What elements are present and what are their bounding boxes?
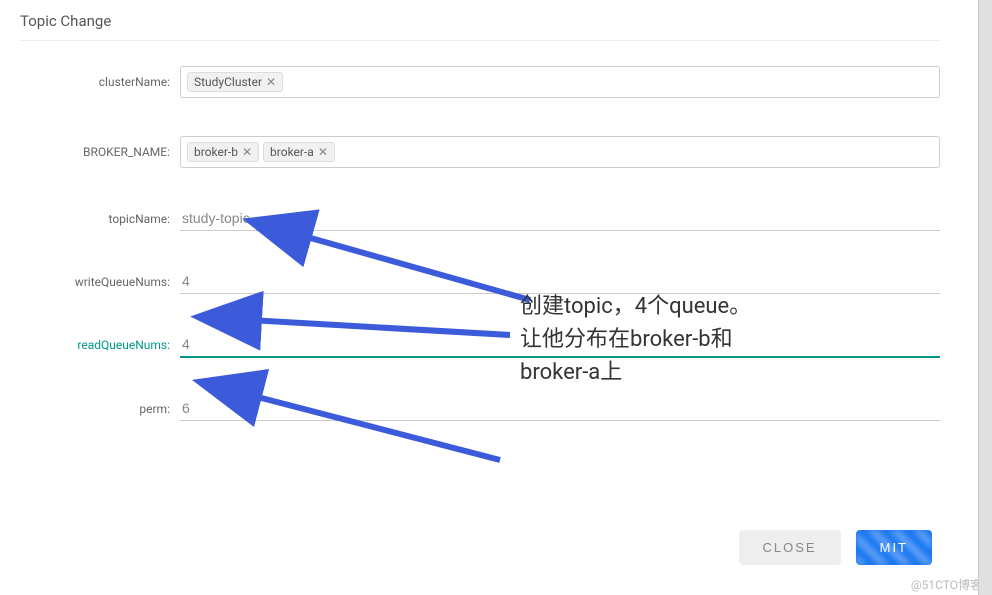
perm-input[interactable] <box>180 396 940 421</box>
row-topic-name: topicName: <box>20 206 940 231</box>
label-topic-name: topicName: <box>50 212 180 226</box>
dialog-title: Topic Change <box>20 12 940 41</box>
blur-overlay <box>856 530 932 565</box>
tag-broker-b[interactable]: broker-b ✕ <box>187 142 259 162</box>
label-perm: perm: <box>50 402 180 416</box>
close-button[interactable]: CLOSE <box>739 530 841 565</box>
annotation-line-2: 让他分布在broker-b和 <box>520 323 751 356</box>
tag-label: StudyCluster <box>194 75 262 89</box>
topic-change-dialog: Topic Change clusterName: StudyCluster ✕… <box>0 0 960 421</box>
label-read-queue: readQueueNums: <box>50 338 180 352</box>
label-write-queue: writeQueueNums: <box>50 275 180 289</box>
label-broker-name: BROKER_NAME: <box>50 145 180 159</box>
tag-broker-a[interactable]: broker-a ✕ <box>263 142 335 162</box>
row-perm: perm: <box>20 396 940 421</box>
close-icon[interactable]: ✕ <box>318 145 328 159</box>
broker-name-input[interactable]: broker-b ✕ broker-a ✕ <box>180 136 940 168</box>
dialog-footer: CLOSE MIT <box>709 520 962 575</box>
row-broker-name: BROKER_NAME: broker-b ✕ broker-a ✕ <box>20 136 940 168</box>
label-cluster-name: clusterName: <box>50 75 180 89</box>
topic-name-input[interactable] <box>180 206 940 231</box>
tag-label: broker-a <box>270 145 314 159</box>
row-cluster-name: clusterName: StudyCluster ✕ <box>20 66 940 98</box>
tag-study-cluster[interactable]: StudyCluster ✕ <box>187 72 283 92</box>
scrollbar[interactable] <box>978 0 992 595</box>
annotation-line-1: 创建topic，4个queue。 <box>520 290 751 323</box>
commit-button[interactable]: MIT <box>856 530 932 565</box>
close-icon[interactable]: ✕ <box>266 75 276 89</box>
tag-label: broker-b <box>194 145 238 159</box>
row-read-queue: readQueueNums: <box>20 332 940 358</box>
watermark: @51CTO博客 <box>911 576 982 593</box>
row-write-queue: writeQueueNums: <box>20 269 940 294</box>
annotation-line-3: broker-a上 <box>520 356 751 389</box>
close-icon[interactable]: ✕ <box>242 145 252 159</box>
annotation-text: 创建topic，4个queue。 让他分布在broker-b和 broker-a… <box>520 290 751 389</box>
cluster-name-input[interactable]: StudyCluster ✕ <box>180 66 940 98</box>
